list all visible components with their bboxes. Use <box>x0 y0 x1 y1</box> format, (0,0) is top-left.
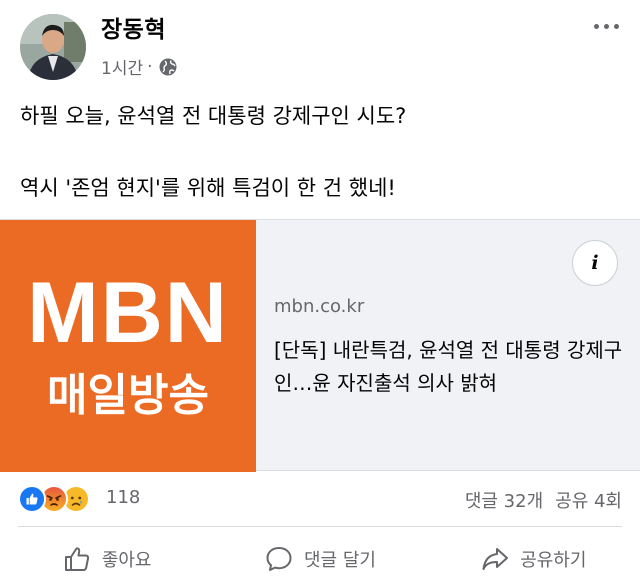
link-thumbnail[interactable]: MBN 매일방송 <box>0 220 256 472</box>
like-button[interactable]: 좋아요 <box>0 534 213 583</box>
thumbs-up-icon <box>64 546 89 571</box>
post-meta: 1시간 · <box>101 54 177 79</box>
globe-icon <box>159 58 177 76</box>
like-icon <box>18 485 46 513</box>
logo-sub-text: 매일방송 <box>47 370 209 421</box>
avatar[interactable] <box>20 14 86 80</box>
comment-button[interactable]: 댓글 달기 <box>213 534 426 583</box>
share-button[interactable]: 공유하기 <box>427 534 640 583</box>
comment-icon <box>266 546 292 571</box>
link-title[interactable]: [단독] 내란특검, 윤석열 전 대통령 강제구인…윤 자진출석 의사 밝혀 <box>274 334 624 400</box>
post-time[interactable]: 1시간 <box>101 54 143 79</box>
more-options-icon[interactable] <box>588 12 624 40</box>
post-text-line-2: 역시 '존엄 현지'를 위해 특검이 한 건 했네! <box>20 176 396 200</box>
engagement-stats: 댓글 32개 공유 4회 <box>465 487 622 513</box>
link-domain: mbn.co.kr <box>274 296 365 317</box>
share-count[interactable]: 공유 4회 <box>555 487 622 513</box>
reaction-count[interactable]: 118 <box>106 487 140 508</box>
link-body[interactable]: i mbn.co.kr [단독] 내란특검, 윤석열 전 대통령 강제구인…윤 … <box>256 220 640 472</box>
mbn-logo: MBN 매일방송 <box>0 220 256 472</box>
share-label: 공유하기 <box>520 549 587 571</box>
author-name[interactable]: 장동혁 <box>101 10 166 44</box>
link-preview-card[interactable]: MBN 매일방송 i mbn.co.kr [단독] 내란특검, 윤석열 전 대통… <box>0 219 640 472</box>
like-label: 좋아요 <box>101 549 152 571</box>
post-header: 장동혁 1시간 · <box>0 0 640 88</box>
reactions-summary: 118 댓글 32개 공유 4회 <box>18 483 622 515</box>
meta-separator: · <box>147 56 153 77</box>
post-text-line-1: 하필 오늘, 윤석열 전 대통령 강제구인 시도? <box>20 104 407 128</box>
comment-count[interactable]: 댓글 32개 <box>465 487 543 513</box>
divider <box>18 526 622 527</box>
share-icon <box>482 547 509 570</box>
comment-label: 댓글 달기 <box>304 549 376 571</box>
action-bar: 좋아요 댓글 달기 공유하기 <box>0 534 640 583</box>
info-icon[interactable]: i <box>572 240 618 286</box>
logo-main-text: MBN <box>27 265 229 361</box>
reaction-icons[interactable] <box>18 485 106 513</box>
